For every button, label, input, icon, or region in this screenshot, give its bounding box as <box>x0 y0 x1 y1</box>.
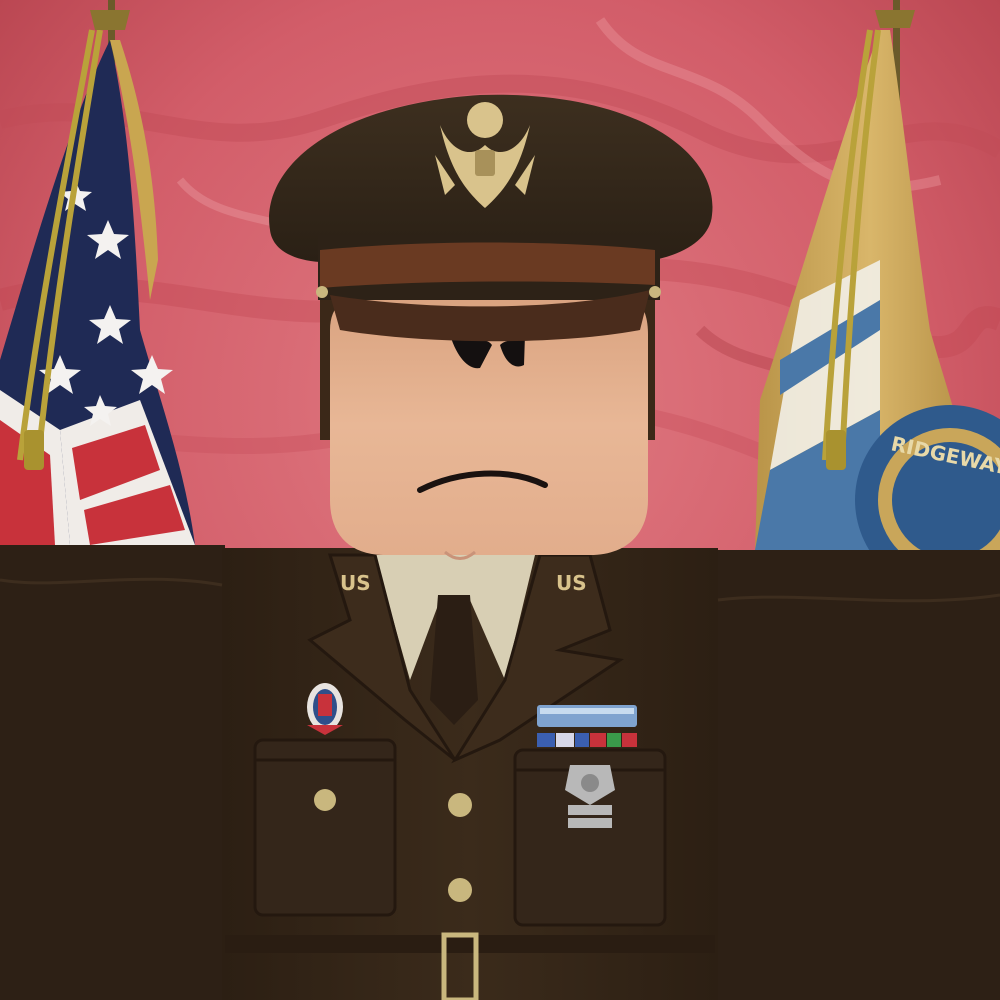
portrait-canvas: RIDGEWAY CO US US <box>0 0 1000 1000</box>
ribbon-bar <box>537 705 637 747</box>
avatar-portrait: RIDGEWAY CO US US <box>0 0 1000 1000</box>
pocket-button-left <box>314 789 336 811</box>
unit-crest-icon <box>307 683 343 735</box>
collar-insignia-left: US <box>340 571 371 595</box>
coat-button-1 <box>448 793 472 817</box>
uniform-torso: US US <box>0 545 1000 1000</box>
left-pocket <box>253 738 397 917</box>
collar-insignia-right: US <box>556 571 587 595</box>
necktie <box>430 595 478 725</box>
cap-band <box>320 242 655 288</box>
coat-button-2 <box>448 878 472 902</box>
